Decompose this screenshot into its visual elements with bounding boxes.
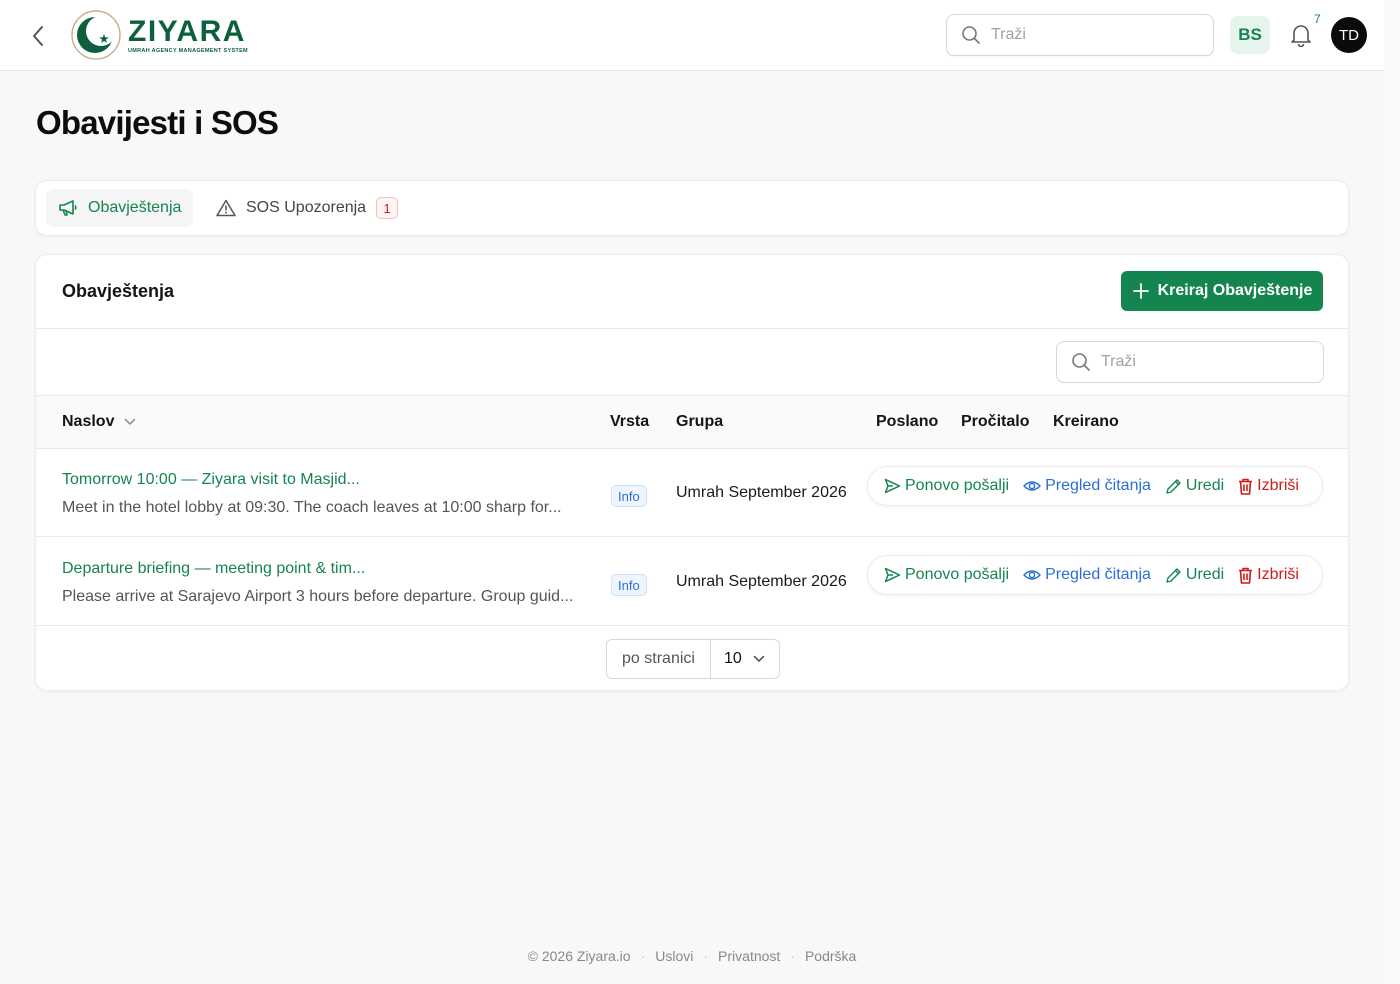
footer-link-support[interactable]: Podrška [805, 948, 856, 964]
delete-label: Izbriši [1257, 477, 1299, 494]
trash-icon [1239, 567, 1253, 584]
delete-label: Izbriši [1257, 566, 1299, 583]
column-sent: Poslano [876, 413, 939, 430]
notification-title[interactable]: Tomorrow 10:00 — Ziyara visit to Masjid.… [62, 471, 360, 489]
bell-icon [1291, 25, 1311, 47]
notifications-card: Obavještenja Kreiraj Obavještenje Naslov… [35, 254, 1349, 691]
column-read: Pročitalo [961, 413, 1030, 430]
table-search-input[interactable] [1101, 353, 1301, 371]
tab-sos-alerts[interactable]: SOS Upozorenja 1 [204, 189, 410, 227]
crescent-star-icon [71, 10, 121, 60]
search-icon [1072, 353, 1090, 371]
table-header: Naslov Vrsta Grupa Poslano Pročitalo Kre… [36, 395, 1348, 449]
delete-button[interactable]: Izbriši [1238, 477, 1299, 495]
table-row: Tomorrow 10:00 — Ziyara visit to Masjid.… [36, 449, 1348, 537]
column-type: Vrsta [610, 413, 650, 430]
global-search-input[interactable] [991, 26, 1191, 44]
top-bar: ZIYARA UMRAH AGENCY MANAGEMENT SYSTEM BS… [0, 0, 1384, 71]
notifications-button[interactable] [1286, 20, 1316, 50]
edit-button[interactable]: Uredi [1165, 566, 1224, 584]
logo-subtitle: UMRAH AGENCY MANAGEMENT SYSTEM [128, 47, 248, 54]
search-icon [962, 26, 980, 44]
sos-count-badge: 1 [376, 197, 399, 219]
type-badge: Info [611, 485, 647, 507]
megaphone-icon [59, 200, 77, 216]
notification-description: Meet in the hotel lobby at 09:30. The co… [62, 499, 562, 516]
table-row: Departure briefing — meeting point & tim… [36, 538, 1348, 626]
resend-label: Ponovo pošalji [905, 566, 1010, 583]
per-page-label: po stranici [607, 640, 711, 678]
footer-separator: · [703, 948, 709, 964]
edit-button[interactable]: Uredi [1165, 477, 1224, 495]
footer: © 2026 Ziyara.io · Uslovi · Privatnost ·… [0, 948, 1384, 964]
resend-button[interactable]: Ponovo pošalji [884, 566, 1009, 584]
read-overview-button[interactable]: Pregled čitanja [1023, 566, 1151, 584]
language-switcher[interactable]: BS [1230, 16, 1270, 54]
chevron-down-icon [125, 418, 136, 426]
eye-icon [1023, 570, 1042, 580]
app-logo[interactable]: ZIYARA UMRAH AGENCY MANAGEMENT SYSTEM [70, 8, 248, 62]
resend-label: Ponovo pošalji [905, 477, 1010, 494]
pagination: po stranici 10 [606, 639, 780, 679]
notification-description: Please arrive at Sarajevo Airport 3 hour… [62, 588, 574, 605]
delete-button[interactable]: Izbriši [1238, 566, 1299, 584]
global-search[interactable] [946, 14, 1214, 56]
chevron-down-icon [753, 655, 765, 663]
column-group: Grupa [676, 413, 724, 430]
tab-notifications-label: Obavještenja [88, 199, 182, 216]
tabs-bar: Obavještenja SOS Upozorenja 1 [35, 180, 1349, 236]
tab-sos-label: SOS Upozorenja [246, 199, 367, 216]
back-button[interactable] [24, 22, 52, 50]
per-page-value: 10 [724, 650, 742, 667]
scrollbar[interactable] [1384, 0, 1400, 984]
read-overview-label: Pregled čitanja [1045, 477, 1151, 494]
column-title-sort[interactable]: Naslov [62, 413, 136, 431]
footer-link-privacy[interactable]: Privatnost [718, 948, 780, 964]
warning-icon [216, 199, 236, 217]
page-title: Obavijesti i SOS [36, 104, 279, 141]
divider [36, 328, 1348, 329]
group-name: Umrah September 2026 [676, 573, 847, 590]
footer-separator: · [640, 948, 646, 964]
table-search[interactable] [1056, 341, 1324, 383]
eye-icon [1023, 481, 1042, 491]
chevron-left-icon [33, 26, 43, 46]
footer-copyright: © 2026 Ziyara.io [527, 948, 631, 964]
user-avatar[interactable]: TD [1331, 17, 1367, 53]
logo-name: ZIYARA [128, 14, 246, 48]
column-created: Kreirano [1053, 413, 1119, 430]
tab-notifications[interactable]: Obavještenja [46, 189, 194, 227]
row-actions: Ponovo pošalji Pregled čitanja Uredi Izb… [867, 466, 1323, 506]
footer-separator: · [790, 948, 795, 964]
card-title: Obavještenja [62, 281, 175, 301]
notification-title[interactable]: Departure briefing — meeting point & tim… [62, 560, 365, 578]
send-icon [884, 478, 901, 494]
row-actions: Ponovo pošalji Pregled čitanja Uredi Izb… [867, 555, 1323, 595]
group-name: Umrah September 2026 [676, 484, 847, 501]
pencil-icon [1166, 478, 1181, 494]
footer-link-terms[interactable]: Uslovi [655, 948, 693, 964]
plus-icon [1132, 283, 1149, 299]
resend-button[interactable]: Ponovo pošalji [884, 477, 1009, 495]
edit-label: Uredi [1185, 477, 1225, 494]
create-notification-button[interactable]: Kreiraj Obavještenje [1121, 271, 1323, 311]
read-overview-button[interactable]: Pregled čitanja [1023, 477, 1151, 495]
notification-count: 7 [1314, 12, 1321, 26]
read-overview-label: Pregled čitanja [1045, 566, 1151, 583]
edit-label: Uredi [1185, 566, 1225, 583]
send-icon [884, 567, 901, 583]
per-page-select[interactable]: 10 [711, 640, 779, 678]
trash-icon [1239, 478, 1253, 495]
pencil-icon [1166, 567, 1181, 583]
create-notification-label: Kreiraj Obavještenje [1157, 282, 1313, 299]
type-badge: Info [611, 574, 647, 596]
column-title: Naslov [62, 413, 115, 430]
